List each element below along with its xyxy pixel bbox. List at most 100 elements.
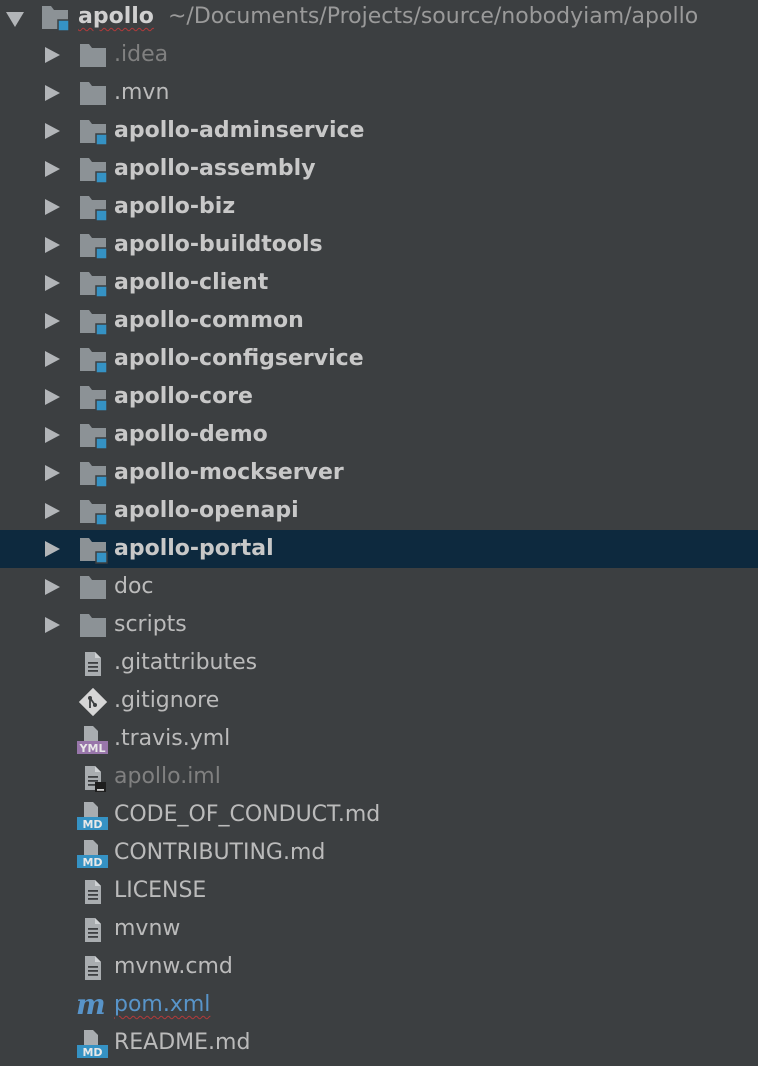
root-name: apollo [78, 4, 154, 29]
tree-item-dot-gitattributes[interactable]: .gitattributes [0, 644, 758, 682]
tree-item-code-of-conduct-md[interactable]: MD CODE_OF_CONDUCT.md [0, 796, 758, 834]
tree-item-label: apollo.iml [114, 764, 221, 789]
module-folder-icon [78, 536, 108, 564]
tree-item-apollo-mockserver[interactable]: apollo-mockserver [0, 454, 758, 492]
expand-arrow-icon[interactable] [45, 617, 60, 633]
collapse-arrow-icon[interactable] [6, 12, 24, 27]
module-folder-icon [78, 308, 108, 336]
module-folder-icon [78, 232, 108, 260]
expand-arrow-icon[interactable] [45, 85, 60, 101]
folder-icon [78, 612, 108, 640]
tree-item-label: apollo-buildtools [114, 232, 323, 257]
expand-arrow-icon[interactable] [45, 503, 60, 519]
expand-arrow-icon[interactable] [45, 199, 60, 215]
module-folder-icon [78, 156, 108, 184]
tree-item-pom-xml[interactable]: m pom.xml [0, 986, 758, 1024]
module-folder-icon [78, 384, 108, 412]
tree-item-label: apollo-client [114, 270, 269, 295]
markdown-file-icon: MD [76, 839, 108, 869]
tree-item-apollo-biz[interactable]: apollo-biz [0, 188, 758, 226]
module-folder-icon [78, 422, 108, 450]
tree-item-label: scripts [114, 612, 187, 637]
tree-item-dot-gitignore[interactable]: .gitignore [0, 682, 758, 720]
tree-item-label: apollo-openapi [114, 498, 299, 523]
svg-text:MD: MD [82, 1046, 102, 1059]
expand-arrow-icon[interactable] [45, 123, 60, 139]
markdown-file-icon: MD [76, 801, 108, 831]
git-ignore-icon [78, 688, 108, 716]
tree-item-contributing-md[interactable]: MD CONTRIBUTING.md [0, 834, 758, 872]
tree-item-apollo-demo[interactable]: apollo-demo [0, 416, 758, 454]
tree-item-label: apollo-mockserver [114, 460, 344, 485]
tree-item-scripts[interactable]: scripts [0, 606, 758, 644]
tree-item-apollo-assembly[interactable]: apollo-assembly [0, 150, 758, 188]
expand-arrow-icon[interactable] [45, 389, 60, 405]
tree-item-label: apollo-assembly [114, 156, 316, 181]
expand-arrow-icon[interactable] [45, 351, 60, 367]
tree-item-label: LICENSE [114, 878, 207, 903]
tree-item-label: mvnw [114, 916, 181, 941]
expand-arrow-icon[interactable] [45, 161, 60, 177]
module-folder-icon [78, 118, 108, 146]
tree-item-label: apollo-biz [114, 194, 236, 219]
tree-item-apollo-iml[interactable]: apollo.iml [0, 758, 758, 796]
tree-item-apollo-adminservice[interactable]: apollo-adminservice [0, 112, 758, 150]
tree-item-label: mvnw.cmd [114, 954, 233, 979]
expand-arrow-icon[interactable] [45, 275, 60, 291]
project-tree: apollo ~/Documents/Projects/source/nobod… [0, 0, 758, 1066]
expand-arrow-icon[interactable] [45, 579, 60, 595]
tree-item-apollo-configservice[interactable]: apollo-configservice [0, 340, 758, 378]
tree-item-dot-idea[interactable]: .idea [0, 36, 758, 74]
tree-item-readme-md[interactable]: MD README.md [0, 1024, 758, 1062]
tree-item-label: CODE_OF_CONDUCT.md [114, 802, 381, 827]
iml-file-icon [78, 764, 108, 792]
tree-item-doc[interactable]: doc [0, 568, 758, 606]
markdown-file-icon: MD [76, 1029, 108, 1059]
svg-text:YML: YML [79, 742, 106, 755]
tree-item-license[interactable]: LICENSE [0, 872, 758, 910]
tree-item-label: apollo-adminservice [114, 118, 365, 143]
tree-item-mvnw-cmd[interactable]: mvnw.cmd [0, 948, 758, 986]
tree-item-label: .idea [114, 42, 169, 67]
tree-item-mvnw[interactable]: mvnw [0, 910, 758, 948]
folder-icon [78, 80, 108, 108]
folder-icon [78, 574, 108, 602]
svg-text:m: m [76, 991, 106, 1019]
expand-arrow-icon[interactable] [45, 313, 60, 329]
text-file-icon [78, 954, 108, 982]
tree-item-dot-travis-yml[interactable]: YML .travis.yml [0, 720, 758, 758]
expand-arrow-icon[interactable] [45, 427, 60, 443]
tree-item-label: apollo-portal [114, 536, 274, 561]
tree-item-apollo-core[interactable]: apollo-core [0, 378, 758, 416]
tree-item-apollo-portal[interactable]: apollo-portal [0, 530, 758, 568]
tree-item-apollo-openapi[interactable]: apollo-openapi [0, 492, 758, 530]
module-folder-icon [78, 498, 108, 526]
expand-arrow-icon[interactable] [45, 541, 60, 557]
tree-item-label: apollo-configservice [114, 346, 364, 371]
module-folder-icon [78, 460, 108, 488]
tree-item-label: apollo-demo [114, 422, 268, 447]
svg-text:MD: MD [82, 856, 102, 869]
tree-children: .idea .mvn apollo-adminservice apollo-assem… [0, 36, 758, 1062]
module-folder-icon [40, 4, 70, 32]
expand-arrow-icon[interactable] [45, 47, 60, 63]
text-file-icon [78, 916, 108, 944]
tree-item-apollo-buildtools[interactable]: apollo-buildtools [0, 226, 758, 264]
module-folder-icon [78, 346, 108, 374]
tree-item-label: README.md [114, 1030, 251, 1055]
tree-root-apollo[interactable]: apollo ~/Documents/Projects/source/nobod… [0, 0, 758, 36]
tree-item-label: CONTRIBUTING.md [114, 840, 326, 865]
expand-arrow-icon[interactable] [45, 465, 60, 481]
tree-item-label: doc [114, 574, 154, 599]
folder-icon [78, 42, 108, 70]
expand-arrow-icon[interactable] [45, 237, 60, 253]
tree-item-label: .travis.yml [114, 726, 231, 751]
tree-item-apollo-client[interactable]: apollo-client [0, 264, 758, 302]
module-folder-icon [78, 194, 108, 222]
tree-item-label: apollo-common [114, 308, 304, 333]
maven-pom-icon: m [76, 991, 106, 1019]
tree-item-label: .mvn [114, 80, 170, 105]
tree-item-dot-mvn[interactable]: .mvn [0, 74, 758, 112]
text-file-icon [78, 650, 108, 678]
tree-item-apollo-common[interactable]: apollo-common [0, 302, 758, 340]
